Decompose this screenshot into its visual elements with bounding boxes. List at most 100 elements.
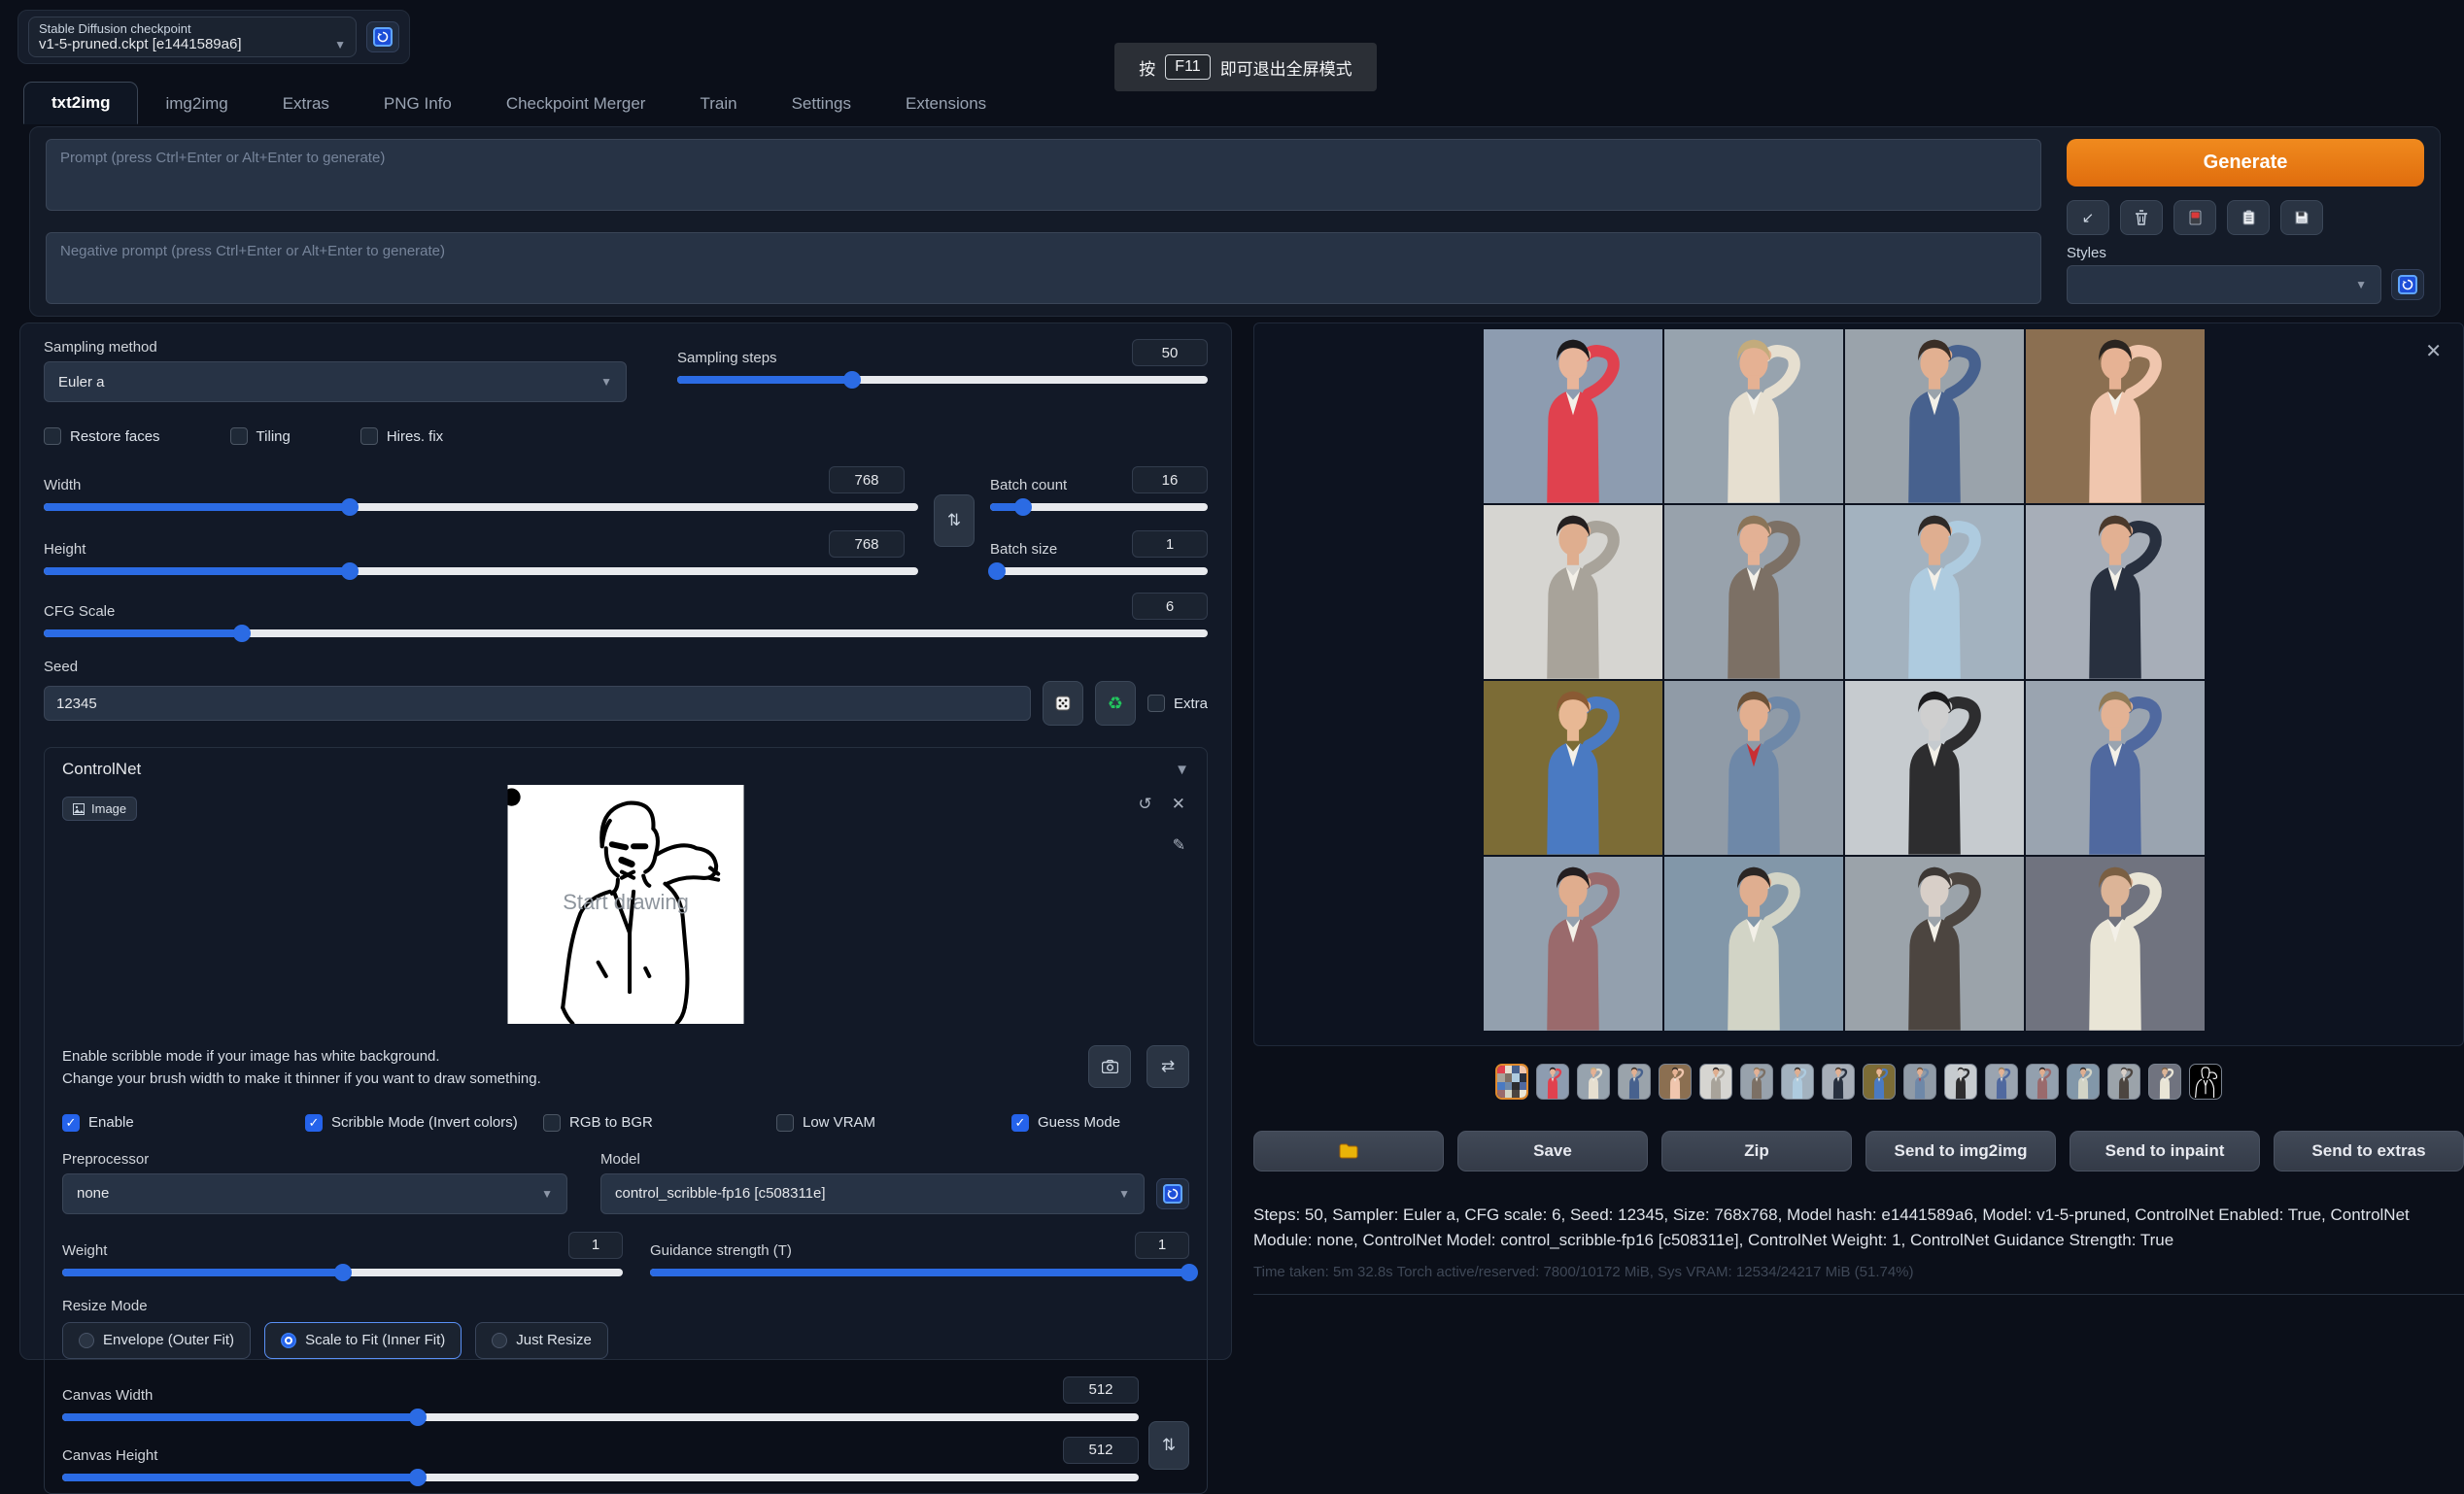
gallery-image[interactable] (1484, 681, 1662, 855)
save-style-button[interactable] (2280, 200, 2323, 235)
cfg-scale-slider[interactable] (44, 629, 1208, 637)
apply-style-button[interactable] (2227, 200, 2270, 235)
controlnet-enable-checkbox[interactable]: ✓Enable (62, 1114, 305, 1132)
thumbnail[interactable] (1863, 1064, 1896, 1100)
save-button[interactable]: Save (1457, 1131, 1648, 1171)
preprocessor-dropdown[interactable]: none ▼ (62, 1173, 567, 1214)
gallery-image[interactable] (1845, 329, 2024, 503)
tab-img2img[interactable]: img2img (138, 84, 255, 124)
thumbnail[interactable] (1699, 1064, 1732, 1100)
slider-knob[interactable] (233, 625, 251, 642)
seed-extra-checkbox[interactable]: Extra (1147, 695, 1208, 712)
height-value[interactable]: 768 (829, 530, 905, 558)
rgb-to-bgr-checkbox[interactable]: RGB to BGR (543, 1114, 776, 1132)
gallery-image[interactable] (1845, 857, 2024, 1031)
slider-knob[interactable] (1181, 1264, 1198, 1281)
gallery-image[interactable] (1845, 505, 2024, 679)
tab-txt2img[interactable]: txt2img (23, 82, 138, 124)
scribble-mode-checkbox[interactable]: ✓Scribble Mode (Invert colors) (305, 1114, 543, 1132)
mirror-webcam-button[interactable]: ⇄ (1146, 1045, 1189, 1088)
tab-train[interactable]: Train (672, 84, 764, 124)
thumbnail[interactable] (1577, 1064, 1610, 1100)
swap-width-height-button[interactable]: ⇅ (934, 494, 975, 547)
refresh-checkpoints-button[interactable] (366, 21, 399, 52)
tab-extensions[interactable]: Extensions (878, 84, 1013, 124)
thumbnail[interactable] (1740, 1064, 1773, 1100)
guidance-strength-value[interactable]: 1 (1135, 1232, 1189, 1259)
collapse-arrow-icon[interactable]: ▼ (1175, 762, 1189, 778)
gallery-image[interactable] (2026, 857, 2205, 1031)
thumbnail[interactable] (2148, 1064, 2181, 1100)
slider-knob[interactable] (843, 371, 861, 389)
canvas-height-slider[interactable] (62, 1474, 1139, 1481)
sampling-method-dropdown[interactable]: Euler a ▼ (44, 361, 627, 402)
tiling-checkbox[interactable]: Tiling (230, 427, 291, 445)
canvas-width-slider[interactable] (62, 1413, 1139, 1421)
send-to-img2img-button[interactable]: Send to img2img (1865, 1131, 2056, 1171)
height-slider[interactable] (44, 567, 918, 575)
reuse-seed-button[interactable]: ♻ (1095, 681, 1136, 726)
thumbnail[interactable] (1903, 1064, 1936, 1100)
restore-faces-checkbox[interactable]: Restore faces (44, 427, 160, 445)
gallery-image[interactable] (1664, 681, 1843, 855)
gallery-image[interactable] (1484, 505, 1662, 679)
checkpoint-dropdown[interactable]: Stable Diffusion checkpoint v1-5-pruned.… (28, 17, 357, 57)
width-value[interactable]: 768 (829, 466, 905, 493)
refresh-models-button[interactable] (1156, 1178, 1189, 1209)
slider-knob[interactable] (341, 562, 359, 580)
slider-knob[interactable] (1014, 498, 1032, 516)
negative-prompt-input[interactable]: Negative prompt (press Ctrl+Enter or Alt… (46, 232, 2041, 304)
tab-extras[interactable]: Extras (256, 84, 357, 124)
batch-size-value[interactable]: 1 (1132, 530, 1208, 558)
sampling-steps-value[interactable]: 50 (1132, 339, 1208, 366)
thumbnail[interactable] (1985, 1064, 2018, 1100)
radio-just-resize[interactable]: Just Resize (475, 1322, 608, 1359)
gallery-image[interactable] (1664, 329, 1843, 503)
cfg-scale-value[interactable]: 6 (1132, 593, 1208, 620)
swap-canvas-dimensions-button[interactable]: ⇅ (1148, 1421, 1189, 1470)
low-vram-checkbox[interactable]: Low VRAM (776, 1114, 1011, 1132)
thumbnail[interactable] (1781, 1064, 1814, 1100)
gallery-image[interactable] (1845, 681, 2024, 855)
webcam-button[interactable] (1088, 1045, 1131, 1088)
thumbnail-contact-sheet[interactable] (1495, 1064, 1528, 1100)
open-folder-button[interactable] (1253, 1131, 1444, 1171)
batch-size-slider[interactable] (990, 567, 1208, 575)
gallery-image[interactable] (1664, 505, 1843, 679)
seed-input[interactable]: 12345 (44, 686, 1031, 721)
clear-canvas-icon[interactable]: ✕ (1172, 795, 1185, 814)
extra-networks-button[interactable] (2173, 200, 2216, 235)
refresh-styles-button[interactable] (2391, 269, 2424, 300)
controlnet-model-dropdown[interactable]: control_scribble-fp16 [c508311e] ▼ (600, 1173, 1145, 1214)
generate-button[interactable]: Generate (2067, 139, 2424, 187)
gallery-image[interactable] (1664, 857, 1843, 1031)
weight-value[interactable]: 1 (568, 1232, 623, 1259)
send-to-inpaint-button[interactable]: Send to inpaint (2070, 1131, 2260, 1171)
slider-knob[interactable] (409, 1409, 427, 1426)
styles-dropdown[interactable]: ▼ (2067, 265, 2381, 304)
thumbnail-scribble-input[interactable] (2189, 1064, 2222, 1100)
slider-knob[interactable] (409, 1469, 427, 1486)
canvas-height-value[interactable]: 512 (1063, 1437, 1139, 1464)
scribble-canvas[interactable]: Start drawing (508, 785, 744, 1024)
radio-scale-to-fit-inner-fit[interactable]: Scale to Fit (Inner Fit) (264, 1322, 462, 1359)
tab-checkpoint-merger[interactable]: Checkpoint Merger (479, 84, 673, 124)
weight-slider[interactable] (62, 1269, 623, 1276)
batch-count-value[interactable]: 16 (1132, 466, 1208, 493)
hires-fix-checkbox[interactable]: Hires. fix (360, 427, 443, 445)
radio-envelope-outer-fit[interactable]: Envelope (Outer Fit) (62, 1322, 251, 1359)
brush-icon[interactable]: ✎ (1173, 835, 1185, 855)
slider-knob[interactable] (341, 498, 359, 516)
prompt-input[interactable]: Prompt (press Ctrl+Enter or Alt+Enter to… (46, 139, 2041, 211)
close-gallery-button[interactable]: ✕ (2425, 339, 2442, 363)
clear-prompt-button[interactable] (2120, 200, 2163, 235)
guidance-strength-slider[interactable] (650, 1269, 1189, 1276)
thumbnail[interactable] (1536, 1064, 1569, 1100)
undo-icon[interactable]: ↺ (1139, 795, 1152, 814)
gallery-image[interactable] (2026, 329, 2205, 503)
thumbnail[interactable] (1822, 1064, 1855, 1100)
thumbnail[interactable] (1618, 1064, 1651, 1100)
gallery-image[interactable] (1484, 329, 1662, 503)
tab-settings[interactable]: Settings (765, 84, 878, 124)
thumbnail[interactable] (2107, 1064, 2140, 1100)
